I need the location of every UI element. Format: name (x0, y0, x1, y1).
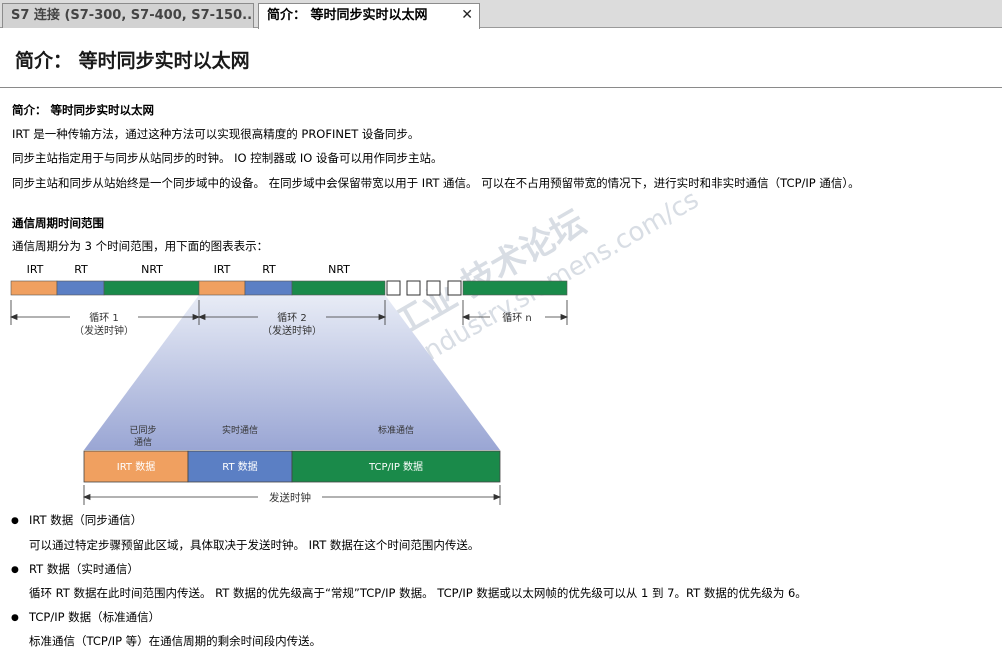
bar-rt-1 (56, 280, 105, 296)
tab-irt-intro[interactable]: 简介： 等时同步实时以太网 ✕ (258, 3, 480, 29)
seg-label-rt-2: RT (262, 263, 276, 276)
communication-cycle-diagram: IRT RT NRT IRT RT NRT 循环 1 （发送时钟） 循环 2 （… (9, 263, 569, 505)
ellipsis-box (406, 280, 421, 296)
zoom-seg-irt-label: IRT 数据 (117, 460, 155, 473)
tab-label: S7 连接 (S7-300, S7-400, S7-150... (11, 8, 254, 23)
paragraph-3: 同步主站和同步从站始终是一个同步域中的设备。 在同步域中会保留带宽以用于 IRT… (12, 176, 860, 190)
cycle-1-label: 循环 1 (89, 311, 119, 324)
paragraph-2: 同步主站指定用于与同步从站同步的时钟。 IO 控制器或 IO 设备可以用作同步主… (12, 151, 443, 165)
cycle-2-sublabel: （发送时钟） (262, 324, 322, 337)
page-title: 简介： 等时同步实时以太网 (15, 50, 250, 72)
bar-nrt-1 (103, 280, 200, 296)
section-heading-cycle: 通信周期时间范围 (12, 216, 104, 230)
zoom-label-standard: 标准通信 (378, 424, 414, 436)
cycle-2-label: 循环 2 (277, 311, 307, 324)
bullet-rt-title: RT 数据（实时通信） (29, 562, 139, 576)
ellipsis-box (426, 280, 441, 296)
zoom-seg-tcpip-label: TCP/IP 数据 (368, 460, 423, 473)
seg-label-rt-1: RT (74, 263, 88, 276)
ellipsis-box (386, 280, 401, 296)
bar-irt-1 (10, 280, 58, 296)
send-clock-label: 发送时钟 (269, 491, 311, 504)
paragraph-1: IRT 是一种传输方法，通过这种方法可以实现很高精度的 PROFINET 设备同… (12, 127, 420, 141)
bullet-irt-desc: 可以通过特定步骤预留此区域，具体取决于发送时钟。 IRT 数据在这个时间范围内传… (29, 538, 480, 552)
bar-irt-2 (198, 280, 246, 296)
zoom-seg-rt-label: RT 数据 (222, 460, 258, 473)
bullet-icon: ● (11, 516, 19, 526)
seg-label-nrt-2: NRT (328, 263, 350, 276)
zoom-label-realtime: 实时通信 (222, 424, 258, 436)
bar-nrt-2 (291, 280, 386, 296)
tab-s7-connection[interactable]: S7 连接 (S7-300, S7-400, S7-150... (2, 3, 254, 28)
section-heading-intro: 简介： 等时同步实时以太网 (12, 103, 155, 117)
bullet-irt-title: IRT 数据（同步通信） (29, 513, 143, 527)
bullet-icon: ● (11, 565, 19, 575)
close-icon[interactable]: ✕ (461, 4, 473, 27)
ellipsis-box (447, 280, 462, 296)
page-header: 简介： 等时同步实时以太网 (0, 29, 1002, 88)
tab-label: 简介： 等时同步实时以太网 (267, 8, 428, 23)
bullet-tcpip-title: TCP/IP 数据（标准通信） (29, 610, 161, 624)
cycle-1-sublabel: （发送时钟） (74, 324, 134, 337)
seg-label-nrt-1: NRT (141, 263, 163, 276)
cycle-n-label: 循环 n (502, 311, 532, 324)
zoom-label-sync-1: 已同步 (129, 425, 156, 436)
seg-label-irt-1: IRT (27, 263, 44, 276)
bar-rt-2 (244, 280, 293, 296)
zoom-label-sync-2: 通信 (134, 436, 152, 448)
tab-bar: S7 连接 (S7-300, S7-400, S7-150... 简介： 等时同… (0, 0, 1002, 29)
bar-nrt-n (462, 280, 568, 296)
seg-label-irt-2: IRT (214, 263, 231, 276)
bullet-tcpip-desc: 标准通信（TCP/IP 等）在通信周期的剩余时间段内传送。 (29, 634, 322, 648)
bullet-icon: ● (11, 613, 19, 623)
bullet-rt-desc: 循环 RT 数据在此时间范围内传送。 RT 数据的优先级高于“常规”TCP/IP… (29, 586, 807, 600)
cycle-intro: 通信周期分为 3 个时间范围，用下面的图表表示： (12, 239, 269, 253)
